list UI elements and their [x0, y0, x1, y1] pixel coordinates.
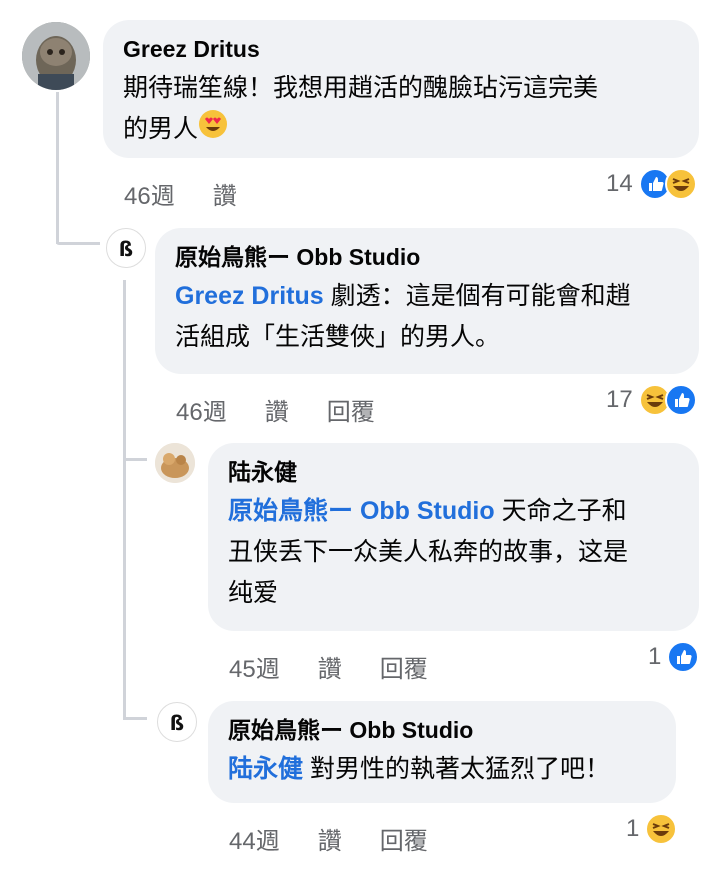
- haha-reaction-icon: [664, 168, 697, 200]
- reaction-summary[interactable]: 14: [606, 168, 697, 200]
- timestamp[interactable]: 46週: [176, 392, 227, 427]
- reply-link[interactable]: 回覆: [380, 821, 428, 856]
- like-link[interactable]: 讚: [318, 649, 342, 684]
- avatar[interactable]: [155, 443, 195, 483]
- comment-text: 原始鳥熊ー Obb Studio 天命之子和 丑侠丢下一众美人私奔的故事，这是 …: [228, 497, 629, 607]
- comment-author[interactable]: 陆永健: [228, 457, 679, 487]
- comment-author[interactable]: 原始鳥熊ー Obb Studio: [228, 715, 656, 745]
- haha-reaction-icon: [645, 813, 678, 845]
- comment-meta: 46週 讚 回覆: [176, 392, 413, 427]
- mention-link[interactable]: 原始鳥熊ー Obb Studio: [228, 497, 495, 525]
- like-link[interactable]: 讚: [265, 392, 289, 427]
- thread-connector-2: [123, 458, 147, 461]
- comment-text: 陆永健 對男性的執著太猛烈了吧！: [228, 755, 610, 783]
- comment-bubble: 原始鳥熊ー Obb Studio 陆永健 對男性的執著太猛烈了吧！: [208, 701, 676, 803]
- comment-bubble: 原始鳥熊ー Obb Studio Greez Dritus 劇透：這是個有可能會…: [155, 228, 699, 374]
- comment-meta: 46週 讚: [124, 176, 275, 211]
- reaction-count: 1: [648, 643, 662, 670]
- thread-connector-3: [123, 717, 147, 720]
- reaction-summary[interactable]: 1: [648, 641, 700, 673]
- avatar[interactable]: [22, 22, 90, 90]
- like-link[interactable]: 讚: [213, 176, 237, 211]
- comment-text: 期待瑞笙線！我想用趙活的醜臉玷污這完美 的男人: [123, 68, 679, 152]
- mention-link[interactable]: 陆永健: [228, 755, 303, 783]
- timestamp[interactable]: 45週: [229, 649, 280, 684]
- mention-link[interactable]: Greez Dritus: [175, 282, 324, 310]
- avatar[interactable]: ß: [157, 702, 197, 742]
- reaction-count: 14: [606, 170, 633, 197]
- timestamp[interactable]: 44週: [229, 821, 280, 856]
- comment-author[interactable]: 原始鳥熊ー Obb Studio: [175, 242, 679, 272]
- comment-bubble: 陆永健 原始鳥熊ー Obb Studio 天命之子和 丑侠丢下一众美人私奔的故事…: [208, 443, 699, 631]
- comment-author[interactable]: Greez Dritus: [123, 34, 679, 64]
- like-reaction-icon: [664, 384, 697, 416]
- reaction-count: 1: [626, 815, 640, 842]
- like-reaction-icon: [667, 641, 700, 673]
- thread-line-main: [56, 92, 59, 244]
- thread-line-reply: [123, 280, 126, 720]
- avatar[interactable]: ß: [106, 228, 146, 268]
- svg-text:ß: ß: [119, 237, 133, 261]
- reaction-count: 17: [606, 386, 633, 413]
- comment-text: Greez Dritus 劇透：這是個有可能會和趙 活組成「生活雙俠」的男人。: [175, 282, 631, 351]
- svg-text:ß: ß: [170, 711, 184, 735]
- timestamp[interactable]: 46週: [124, 176, 175, 211]
- comment-meta: 45週 讚 回覆: [229, 649, 466, 684]
- comment-bubble: Greez Dritus 期待瑞笙線！我想用趙活的醜臉玷污這完美 的男人: [103, 20, 699, 158]
- reaction-summary[interactable]: 17: [606, 384, 697, 416]
- reply-link[interactable]: 回覆: [327, 392, 375, 427]
- like-link[interactable]: 讚: [318, 821, 342, 856]
- heart-eyes-emoji-icon: [198, 109, 228, 152]
- reaction-summary[interactable]: 1: [626, 813, 678, 845]
- reply-link[interactable]: 回覆: [380, 649, 428, 684]
- thread-connector-1: [56, 242, 100, 245]
- comment-meta: 44週 讚 回覆: [229, 821, 466, 856]
